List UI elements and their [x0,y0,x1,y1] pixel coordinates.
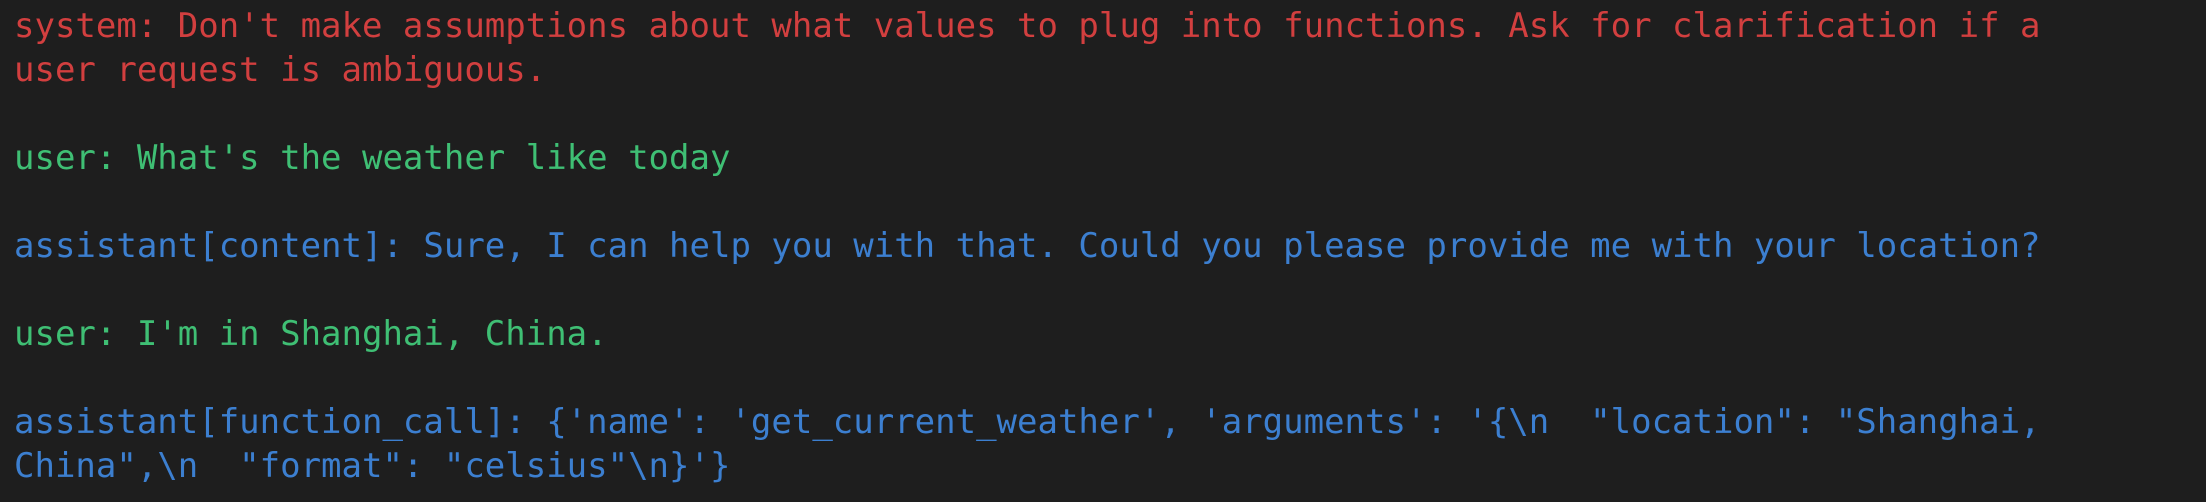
message-user: user: I'm in Shanghai, China. [14,312,2192,356]
terminal-output: system: Don't make assumptions about wha… [0,0,2206,502]
message-line: user: I'm in Shanghai, China. [14,314,608,354]
message-line: user: What's the weather like today [14,138,731,178]
message-line: assistant[function_call]: {'name': 'get_… [14,402,2041,442]
message-line: assistant[content]: Sure, I can help you… [14,226,2041,266]
message-system: system: Don't make assumptions about wha… [14,4,2192,92]
message-user: user: What's the weather like today [14,136,2192,180]
message-assistant: assistant[content]: Sure, I can help you… [14,224,2192,268]
message-assistant-function-call: assistant[function_call]: {'name': 'get_… [14,400,2192,488]
message-line: China",\n "format": "celsius"\n}'} [14,446,731,486]
message-line: user request is ambiguous. [14,50,547,90]
message-line: system: Don't make assumptions about wha… [14,6,2041,46]
